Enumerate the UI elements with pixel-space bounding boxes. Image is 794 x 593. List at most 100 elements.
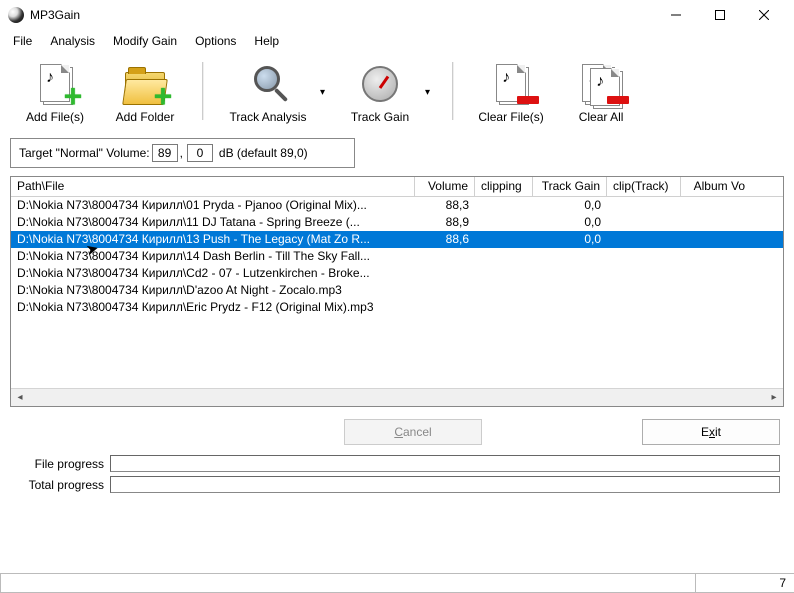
add-files-button[interactable]: ♪+ Add File(s) <box>10 58 100 126</box>
target-frac-input[interactable] <box>187 144 213 162</box>
menu-help[interactable]: Help <box>245 32 288 50</box>
cell-cliptrack <box>607 231 681 248</box>
col-cliptrack-header[interactable]: clip(Track) <box>607 177 681 196</box>
cell-albumvol <box>681 299 751 316</box>
target-volume-panel: Target "Normal" Volume: , dB (default 89… <box>10 138 355 168</box>
cell-cliptrack <box>607 197 681 214</box>
table-row[interactable]: D:\Nokia N73\8004734 Кирилл\13 Push - Th… <box>11 231 783 248</box>
cell-cliptrack <box>607 282 681 299</box>
cell-clipping <box>475 197 533 214</box>
cell-cliptrack <box>607 214 681 231</box>
cancel-button: Cancel <box>344 419 482 445</box>
total-progress-row: Total progress <box>0 474 794 495</box>
menu-options[interactable]: Options <box>186 32 245 50</box>
cell-albumvol <box>681 265 751 282</box>
cell-trackgain <box>533 299 607 316</box>
table-row[interactable]: D:\Nokia N73\8004734 Кирилл\01 Pryda - P… <box>11 197 783 214</box>
grid-body[interactable]: D:\Nokia N73\8004734 Кирилл\01 Pryda - P… <box>11 197 783 388</box>
col-clipping-header[interactable]: clipping <box>475 177 533 196</box>
cell-clipping <box>475 299 533 316</box>
close-button[interactable] <box>742 1 786 29</box>
cell-path: D:\Nokia N73\8004734 Кирилл\D'azoo At Ni… <box>11 282 415 299</box>
target-suffix: dB (default 89,0) <box>219 146 308 160</box>
cell-path: D:\Nokia N73\8004734 Кирилл\01 Pryda - P… <box>11 197 415 214</box>
cell-albumvol <box>681 197 751 214</box>
col-trackgain-header[interactable]: Track Gain <box>533 177 607 196</box>
track-analysis-button[interactable]: Track Analysis <box>216 58 320 126</box>
maximize-button[interactable] <box>698 1 742 29</box>
menubar: File Analysis Modify Gain Options Help <box>0 30 794 52</box>
cell-clipping <box>475 265 533 282</box>
track-analysis-dropdown[interactable]: ▾ <box>320 87 329 98</box>
cell-volume <box>415 282 475 299</box>
statusbar: 7 <box>0 573 794 593</box>
cell-trackgain <box>533 282 607 299</box>
add-folder-button[interactable]: + Add Folder <box>100 58 190 126</box>
cell-volume <box>415 265 475 282</box>
total-progress-label: Total progress <box>14 478 104 492</box>
cell-cliptrack <box>607 265 681 282</box>
cell-albumvol <box>681 282 751 299</box>
cell-trackgain <box>533 265 607 282</box>
cell-clipping <box>475 214 533 231</box>
total-progress-bar <box>110 476 780 493</box>
cell-volume <box>415 248 475 265</box>
grid-header: Path\File Volume clipping Track Gain cli… <box>11 177 783 197</box>
col-volume-header[interactable]: Volume <box>415 177 475 196</box>
cell-trackgain: 0,0 <box>533 197 607 214</box>
scroll-left-button[interactable]: ◂ <box>11 389 29 406</box>
exit-button[interactable]: Exit <box>642 419 780 445</box>
app-icon <box>8 7 24 23</box>
table-row[interactable]: D:\Nokia N73\8004734 Кирилл\11 DJ Tatana… <box>11 214 783 231</box>
status-count: 7 <box>695 574 794 593</box>
cell-clipping <box>475 248 533 265</box>
menu-file[interactable]: File <box>4 32 41 50</box>
clear-files-button[interactable]: ♪ Clear File(s) <box>466 58 556 126</box>
scroll-track[interactable] <box>29 389 765 406</box>
cell-path: D:\Nokia N73\8004734 Кирилл\Cd2 - 07 - L… <box>11 265 415 282</box>
target-int-input[interactable] <box>152 144 178 162</box>
file-grid: Path\File Volume clipping Track Gain cli… <box>10 176 784 407</box>
menu-analysis[interactable]: Analysis <box>41 32 104 50</box>
grid-hscrollbar[interactable]: ◂ ▸ <box>11 388 783 406</box>
file-progress-row: File progress <box>0 453 794 474</box>
plus-icon: + <box>151 86 175 110</box>
table-row[interactable]: D:\Nokia N73\8004734 Кирилл\14 Dash Berl… <box>11 248 783 265</box>
clear-all-button[interactable]: ♪♪ Clear All <box>556 58 646 126</box>
file-progress-bar <box>110 455 780 472</box>
minus-icon <box>517 96 539 104</box>
track-gain-button[interactable]: Track Gain <box>335 58 425 126</box>
cell-volume: 88,3 <box>415 197 475 214</box>
col-albumvol-header[interactable]: Album Vo <box>681 177 751 196</box>
cell-albumvol <box>681 248 751 265</box>
gauge-icon <box>362 66 398 102</box>
cell-trackgain <box>533 248 607 265</box>
cell-path: D:\Nokia N73\8004734 Кирилл\14 Dash Berl… <box>11 248 415 265</box>
col-path-header[interactable]: Path\File <box>11 177 415 196</box>
toolbar: ♪+ Add File(s) + Add Folder Track Analys… <box>0 52 794 134</box>
menu-modify-gain[interactable]: Modify Gain <box>104 32 186 50</box>
track-gain-dropdown[interactable]: ▾ <box>425 87 434 98</box>
table-row[interactable]: D:\Nokia N73\8004734 Кирилл\D'azoo At Ni… <box>11 282 783 299</box>
cell-albumvol <box>681 214 751 231</box>
cell-volume: 88,6 <box>415 231 475 248</box>
cell-clipping <box>475 282 533 299</box>
cell-clipping <box>475 231 533 248</box>
minus-icon <box>607 96 629 104</box>
cell-cliptrack <box>607 248 681 265</box>
titlebar: MP3Gain <box>0 0 794 30</box>
cell-trackgain: 0,0 <box>533 231 607 248</box>
table-row[interactable]: D:\Nokia N73\8004734 Кирилл\Eric Prydz -… <box>11 299 783 316</box>
cell-trackgain: 0,0 <box>533 214 607 231</box>
cell-path: D:\Nokia N73\8004734 Кирилл\13 Push - Th… <box>11 231 415 248</box>
status-cell <box>0 574 696 593</box>
plus-icon: + <box>61 86 85 110</box>
file-progress-label: File progress <box>14 457 104 471</box>
minimize-button[interactable] <box>654 1 698 29</box>
scroll-right-button[interactable]: ▸ <box>765 389 783 406</box>
toolbar-separator <box>202 62 204 120</box>
cell-volume: 88,9 <box>415 214 475 231</box>
table-row[interactable]: D:\Nokia N73\8004734 Кирилл\Cd2 - 07 - L… <box>11 265 783 282</box>
cell-cliptrack <box>607 299 681 316</box>
target-label: Target "Normal" Volume: <box>19 146 150 160</box>
